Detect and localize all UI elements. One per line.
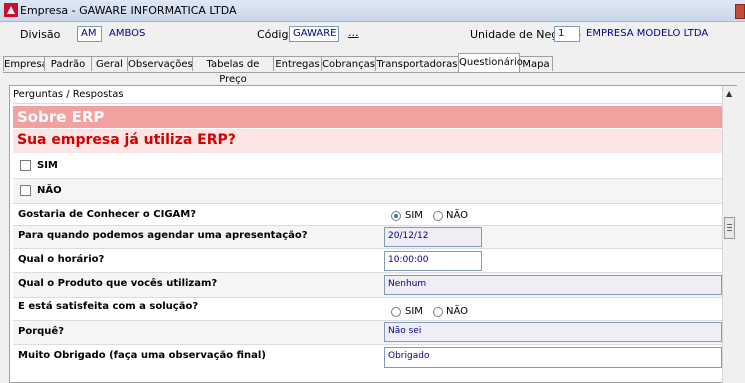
tab-padrao[interactable]: Padrão bbox=[44, 56, 92, 71]
nao-checkbox[interactable] bbox=[20, 185, 31, 196]
q1-sim-label: SIM bbox=[405, 210, 423, 221]
scroll-thumb[interactable] bbox=[724, 217, 735, 239]
codigo-field[interactable]: GAWARE bbox=[289, 26, 339, 42]
window-title: Empresa - GAWARE INFORMATICA LTDA bbox=[20, 4, 237, 17]
sim-checkbox[interactable] bbox=[20, 160, 31, 171]
vertical-scrollbar[interactable]: ▲ bbox=[722, 86, 737, 383]
tab-divider bbox=[3, 72, 745, 73]
q5-nao-radio[interactable] bbox=[433, 307, 443, 317]
app-icon bbox=[4, 3, 18, 17]
question-row: Qual o Produto que vocês utilizam? Nenhu… bbox=[13, 273, 722, 297]
final-note-field[interactable]: Obrigado bbox=[384, 347, 722, 368]
unidade-code-field[interactable]: 1 bbox=[554, 26, 580, 42]
scroll-up-arrow-icon[interactable]: ▲ bbox=[726, 89, 732, 98]
section-question-bar: Sua empresa já utiliza ERP? bbox=[13, 129, 722, 153]
question-row: Porquê? Não sei bbox=[13, 321, 722, 344]
question-text: Porquê? bbox=[18, 326, 64, 337]
question-text: Qual o horário? bbox=[18, 254, 105, 265]
tab-observacoes[interactable]: Observações bbox=[127, 56, 193, 71]
q1-nao-label: NÃO bbox=[446, 210, 469, 221]
unidade-name: EMPRESA MODELO LTDA bbox=[586, 28, 709, 39]
question-row: Qual o horário? 10:00:00 bbox=[13, 249, 722, 272]
tab-empresa[interactable]: Empresa bbox=[3, 56, 48, 71]
sim-checkbox-label: SIM bbox=[37, 160, 58, 171]
section-title: Sobre ERP bbox=[17, 108, 105, 126]
tab-geral[interactable]: Geral bbox=[91, 56, 128, 71]
tab-transportadoras[interactable]: Transportadoras bbox=[375, 56, 459, 71]
header-bar: Divisão AM AMBOS Código GAWARE ... Unida… bbox=[0, 22, 745, 48]
q1-sim-radio[interactable] bbox=[391, 211, 401, 221]
question-text: Gostaria de Conhecer o CIGAM? bbox=[18, 209, 197, 220]
nao-checkbox-label: NÃO bbox=[37, 185, 62, 196]
question-text: Qual o Produto que vocês utilizam? bbox=[18, 278, 218, 289]
question-row: Muito Obrigado (faça uma observação fina… bbox=[13, 345, 722, 369]
header-divider bbox=[13, 103, 722, 104]
divisao-label: Divisão bbox=[20, 28, 61, 41]
tab-questionario[interactable]: Questionário bbox=[458, 53, 523, 72]
product-field[interactable]: Nenhum bbox=[384, 275, 722, 295]
tab-mapa[interactable]: Mapa bbox=[519, 56, 553, 71]
q1-nao-radio[interactable] bbox=[433, 211, 443, 221]
question-text: Muito Obrigado (faça uma observação fina… bbox=[18, 350, 266, 361]
tab-tabelas-de-preco[interactable]: Tabelas de Preço bbox=[192, 56, 274, 85]
divisao-code-field[interactable]: AM bbox=[77, 26, 102, 42]
date-field[interactable]: 20/12/12 bbox=[384, 227, 482, 247]
question-row: Gostaria de Conhecer o CIGAM? SIM NÃO bbox=[13, 204, 722, 225]
window-close-button[interactable] bbox=[735, 4, 745, 19]
option-row-sim: SIM bbox=[13, 154, 722, 178]
option-row-nao: NÃO bbox=[13, 179, 722, 203]
codigo-lookup-button[interactable]: ... bbox=[348, 26, 359, 39]
q5-sim-radio[interactable] bbox=[391, 307, 401, 317]
reason-field[interactable]: Não sei bbox=[384, 322, 722, 342]
question-text: Para quando podemos agendar uma apresent… bbox=[18, 230, 308, 241]
q5-sim-label: SIM bbox=[405, 306, 423, 317]
divisao-name: AMBOS bbox=[109, 28, 146, 39]
question-row: Para quando podemos agendar uma apresent… bbox=[13, 226, 722, 248]
panel-header: Perguntas / Respostas bbox=[13, 89, 124, 100]
section-title-bar: Sobre ERP bbox=[13, 106, 722, 128]
grip-icon bbox=[727, 224, 732, 225]
time-field[interactable]: 10:00:00 bbox=[384, 251, 482, 271]
tab-cobrancas[interactable]: Cobranças bbox=[321, 56, 376, 71]
question-row: E está satisfeita com a solução? SIM NÃO bbox=[13, 298, 722, 320]
window-titlebar: Empresa - GAWARE INFORMATICA LTDA bbox=[0, 0, 745, 22]
q5-nao-label: NÃO bbox=[446, 306, 469, 317]
question-text: E está satisfeita com a solução? bbox=[18, 301, 199, 312]
section-question: Sua empresa já utiliza ERP? bbox=[17, 132, 236, 148]
tab-entregas[interactable]: Entregas bbox=[273, 56, 322, 71]
